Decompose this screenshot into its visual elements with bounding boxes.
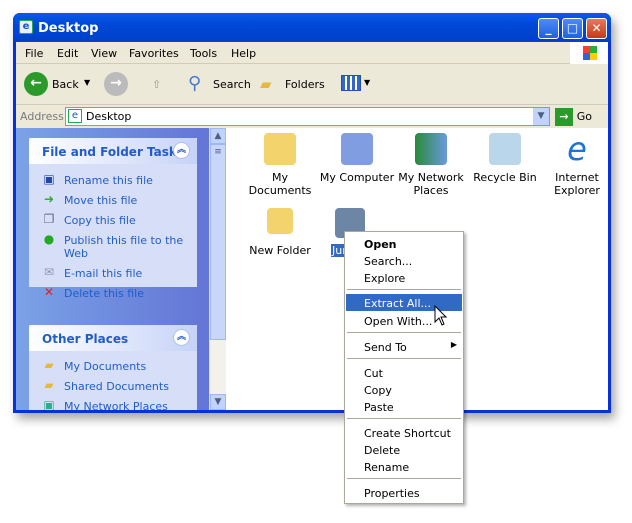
folder-icon [267,208,293,234]
icon-recycle-bin[interactable]: Recycle Bin [466,133,544,184]
panel-title: Other Places [42,332,129,346]
task-copy[interactable]: ❐ Copy this file [29,212,197,228]
menu-tools[interactable]: Tools [190,47,217,60]
other-places-panel: Other Places ︽ ▰ My Documents ▰ Shared Docu… [29,325,197,410]
collapse-icon[interactable]: ︽ [173,142,190,159]
desktop-icon: e [68,109,82,123]
menu-create-shortcut[interactable]: Create Shortcut [346,424,462,441]
icon-my-network-places[interactable]: My Network Places [392,133,470,197]
folders-icon: ▰ [260,75,272,93]
menu-file[interactable]: File [25,47,43,60]
scroll-up-button[interactable]: ▲ [210,128,226,144]
maximize-button[interactable]: □ [562,18,583,39]
forward-button[interactable]: → [104,72,128,96]
menu-view[interactable]: View [91,47,117,60]
task-rename[interactable]: ▣ Rename this file [29,172,197,188]
recycle-bin-icon [489,133,521,165]
place-shared-documents[interactable]: ▰ Shared Documents [29,378,197,394]
email-icon: ✉ [43,265,55,279]
search-button[interactable]: Search [213,78,251,91]
title-bar[interactable]: e Desktop _ □ ✕ [13,13,611,42]
up-folder-icon[interactable]: ⇧ [152,78,161,91]
delete-icon: ✕ [43,285,55,299]
vertical-scrollbar[interactable]: ▲ ≡ ▼ [209,128,226,410]
toolbar: ← Back ▼ → ⇧ ⚲ Search ▰ Folders ▼ [16,64,608,105]
scroll-down-button[interactable]: ▼ [210,394,226,410]
explorer-window: e Desktop _ □ ✕ File Edit View Favorites… [13,13,611,413]
file-folder-tasks-panel: File and Folder Tasks ︽ ▣ Rename this file… [29,138,197,300]
task-delete[interactable]: ✕ Delete this file [29,285,197,301]
my-documents-icon: ▰ [44,358,54,372]
place-my-network-places[interactable]: ▣ My Network Places [29,398,197,411]
icon-new-folder[interactable]: New Folder [241,208,319,257]
menu-send-to[interactable]: Send To ▶ [346,338,462,355]
back-arrow-icon[interactable]: ← [24,72,48,96]
internet-explorer-icon: e [567,130,587,168]
copy-icon: ❐ [43,212,55,226]
context-menu: Open Search... Explore Extract All... Op… [344,231,464,504]
scroll-thumb[interactable]: ≡ [210,144,226,340]
address-value: Desktop [86,110,132,123]
menu-copy[interactable]: Copy [346,381,462,398]
menu-favorites[interactable]: Favorites [129,47,179,60]
views-button[interactable] [341,75,361,91]
move-icon: ➜ [43,192,55,206]
menu-paste[interactable]: Paste [346,398,462,415]
menu-properties[interactable]: Properties [346,484,462,501]
icon-internet-explorer[interactable]: e Internet Explorer [541,133,613,197]
menu-delete[interactable]: Delete [346,441,462,458]
views-dropdown-icon[interactable]: ▼ [364,78,370,87]
address-dropdown-icon[interactable]: ▼ [533,108,549,125]
windows-logo-icon [570,42,608,64]
search-icon: ⚲ [188,73,202,94]
computer-icon [341,133,373,165]
icon-my-computer[interactable]: My Computer [318,133,396,184]
rename-icon: ▣ [43,172,55,186]
task-move[interactable]: ➜ Move this file [29,192,197,208]
back-button[interactable]: Back [52,78,79,91]
submenu-arrow-icon: ▶ [450,340,457,349]
icon-my-documents[interactable]: My Documents [241,133,319,197]
close-button[interactable]: ✕ [586,18,607,39]
network-icon: ▣ [43,398,55,411]
menu-open[interactable]: Open [346,235,462,252]
desktop-icon: e [19,20,33,34]
menu-edit[interactable]: Edit [57,47,78,60]
mouse-cursor-icon [434,305,448,326]
network-places-icon [415,133,447,165]
back-dropdown-icon[interactable]: ▼ [84,78,90,87]
folders-button[interactable]: Folders [285,78,325,91]
folder-icon: ▰ [44,378,54,392]
go-arrow-icon[interactable]: → [555,108,573,126]
go-button[interactable]: Go [577,110,592,123]
task-email[interactable]: ✉ E-mail this file [29,265,197,281]
menu-rename[interactable]: Rename [346,458,462,475]
address-bar: Address e Desktop ▼ → Go [16,105,608,128]
menu-cut[interactable]: Cut [346,364,462,381]
menu-help[interactable]: Help [231,47,256,60]
task-pane: File and Folder Tasks ︽ ▣ Rename this file… [16,128,209,410]
menu-explore[interactable]: Explore [346,269,462,286]
my-documents-icon [264,133,296,165]
window-title: Desktop [38,21,99,36]
menu-search[interactable]: Search... [346,252,462,269]
task-publish[interactable]: ● Publish this file to the Web [29,232,197,261]
panel-title: File and Folder Tasks [42,145,185,159]
publish-web-icon: ● [43,232,55,246]
place-my-documents[interactable]: ▰ My Documents [29,358,197,374]
address-label: Address [20,110,64,123]
address-field[interactable]: e Desktop ▼ [65,107,550,126]
collapse-icon[interactable]: ︽ [173,329,190,346]
menu-bar: File Edit View Favorites Tools Help [16,42,608,64]
minimize-button[interactable]: _ [538,18,559,39]
